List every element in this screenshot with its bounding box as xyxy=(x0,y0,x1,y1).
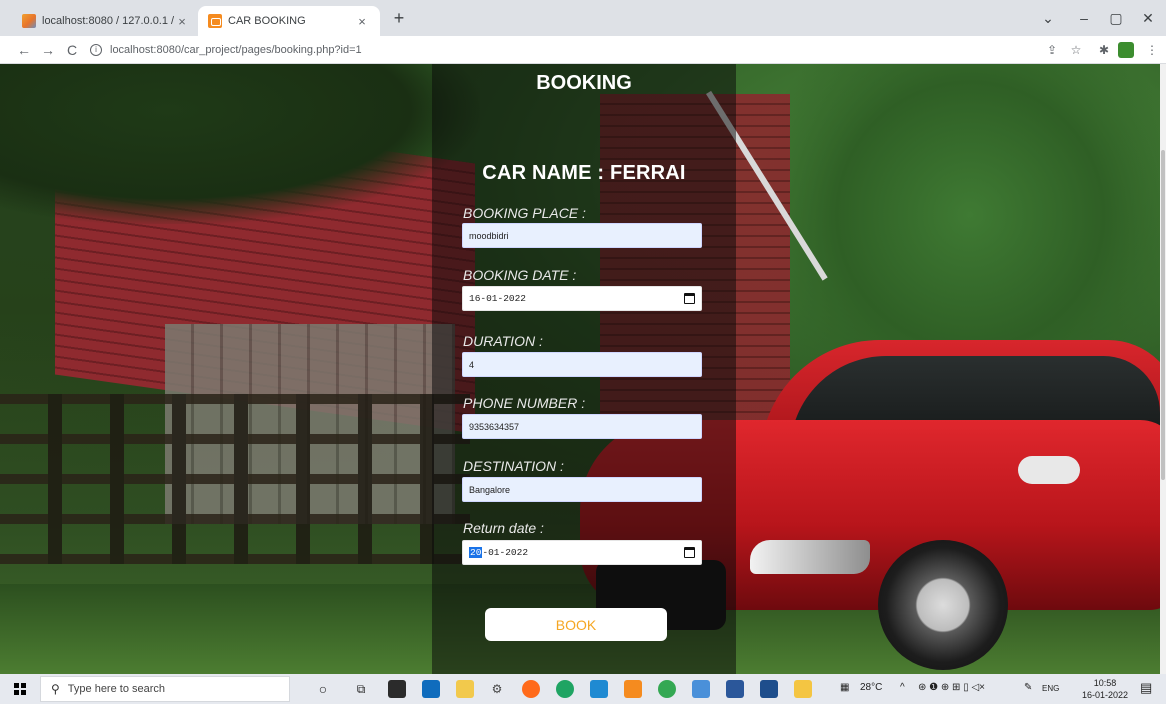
chrome-alt-icon[interactable] xyxy=(658,680,676,698)
weather-temp[interactable]: 28°C xyxy=(860,682,882,693)
destination-input[interactable]: Bangalore xyxy=(462,477,702,502)
reload-button[interactable]: C xyxy=(62,40,82,60)
booking-place-label: BOOKING PLACE : xyxy=(463,205,586,221)
vscode-icon[interactable] xyxy=(590,680,608,698)
browser-toolbar: ← → C i localhost:8080/car_project/pages… xyxy=(0,36,1166,64)
clock-time: 10:58 xyxy=(1093,678,1117,688)
weather-icon[interactable]: ▦ xyxy=(840,682,849,693)
file-explorer-icon[interactable] xyxy=(456,680,474,698)
page-viewport: BOOKING CAR NAME : FERRAI BOOKING PLACE … xyxy=(0,64,1160,674)
store-icon[interactable] xyxy=(388,680,406,698)
cortana-icon[interactable]: ○ xyxy=(314,680,332,698)
photos-icon[interactable] xyxy=(760,680,778,698)
return-date-rest: -01-2022 xyxy=(482,547,529,558)
return-date-day-selected: 20 xyxy=(469,547,483,558)
new-tab-button[interactable]: + xyxy=(388,8,410,30)
calendar-icon[interactable] xyxy=(684,293,695,304)
phone-number-value: 9353634357 xyxy=(469,421,520,432)
explorer-folder-icon[interactable] xyxy=(794,680,812,698)
url-text: localhost:8080/car_project/pages/booking… xyxy=(110,44,362,56)
windows-start-icon[interactable] xyxy=(14,683,26,695)
booking-panel: BOOKING CAR NAME : FERRAI BOOKING PLACE … xyxy=(432,64,736,674)
phone-number-input[interactable]: 9353634357 xyxy=(462,414,702,439)
car-mirror xyxy=(1018,456,1080,484)
xampp-icon[interactable] xyxy=(624,680,642,698)
phone-number-label: PHONE NUMBER : xyxy=(463,395,586,411)
taskbar-search-placeholder: Type here to search xyxy=(67,683,166,695)
word-icon[interactable] xyxy=(726,680,744,698)
extension-icon[interactable] xyxy=(1118,42,1134,58)
close-window-button[interactable]: ✕ xyxy=(1130,6,1166,30)
windows-taskbar: ⚲ Type here to search ○ ⧉ ⚙ ▦ 28°C ^ ⊛ ❶… xyxy=(0,674,1166,704)
tray-icons[interactable]: ⊛ ❶ ⊕ ⊞ ▯ ◁× xyxy=(918,682,985,693)
search-icon: ⚲ xyxy=(51,682,60,696)
return-date-value: 20-01-2022 xyxy=(469,547,528,558)
tab-close-icon[interactable]: × xyxy=(354,14,370,29)
clock-date: 16-01-2022 xyxy=(1081,690,1129,700)
pen-icon[interactable]: ✎ xyxy=(1024,682,1032,693)
car-wheel xyxy=(878,540,1008,670)
mail-icon[interactable] xyxy=(422,680,440,698)
taskbar-search-box[interactable]: ⚲ Type here to search xyxy=(40,676,290,702)
minimize-button[interactable]: – xyxy=(1066,6,1102,30)
settings-gear-icon[interactable]: ⚙ xyxy=(488,680,506,698)
background-fence xyxy=(0,394,470,564)
background-foliage xyxy=(0,64,480,224)
phpmyadmin-favicon-icon xyxy=(22,14,36,28)
task-view-icon[interactable]: ⧉ xyxy=(352,680,370,698)
booking-place-input[interactable]: moodbidri xyxy=(462,223,702,248)
share-icon[interactable]: ⇪ xyxy=(1044,42,1060,58)
book-button[interactable]: BOOK xyxy=(485,608,667,641)
address-bar[interactable]: i localhost:8080/car_project/pages/booki… xyxy=(90,39,1040,61)
booking-date-value: 16-01-2022 xyxy=(469,293,527,304)
car-name-heading: CAR NAME : FERRAI xyxy=(482,162,686,184)
destination-label: DESTINATION : xyxy=(463,458,564,474)
tab-phpmyadmin[interactable]: localhost:8080 / 127.0.0.1 / carpr × xyxy=(12,6,200,36)
browser-menu-icon[interactable]: ⋮ xyxy=(1144,42,1160,58)
duration-label: DURATION : xyxy=(463,333,543,349)
tab-car-booking[interactable]: CAR BOOKING × xyxy=(198,6,380,36)
back-button[interactable]: ← xyxy=(14,40,34,60)
calendar-icon[interactable] xyxy=(684,547,695,558)
site-info-icon[interactable]: i xyxy=(90,44,102,56)
restore-button[interactable]: ▢ xyxy=(1098,6,1134,30)
notifications-icon[interactable]: ▤ xyxy=(1140,680,1152,696)
bookmark-star-icon[interactable]: ☆ xyxy=(1068,42,1084,58)
car-booking-favicon-icon xyxy=(208,14,222,28)
chrome-icon[interactable] xyxy=(556,680,574,698)
page-title: BOOKING xyxy=(536,72,632,94)
tab-close-icon[interactable]: × xyxy=(174,14,190,29)
page-scrollbar-thumb[interactable] xyxy=(1161,150,1165,480)
tab-title: CAR BOOKING xyxy=(228,15,306,27)
forward-button[interactable]: → xyxy=(38,40,58,60)
return-date-input[interactable]: 20-01-2022 xyxy=(462,540,702,565)
firefox-icon[interactable] xyxy=(522,680,540,698)
tab-search-icon[interactable]: ⌄ xyxy=(1030,6,1066,30)
duration-value: 4 xyxy=(469,359,475,370)
booking-date-input[interactable]: 16-01-2022 xyxy=(462,286,702,311)
booking-place-value: moodbidri xyxy=(469,230,509,241)
return-date-label: Return date : xyxy=(463,520,544,536)
destination-value: Bangalore xyxy=(469,484,511,495)
duration-input[interactable]: 4 xyxy=(462,352,702,377)
tray-chevron-icon[interactable]: ^ xyxy=(900,682,905,693)
tab-title: localhost:8080 / 127.0.0.1 / carpr xyxy=(42,15,174,27)
language-indicator[interactable]: ENG xyxy=(1042,684,1059,693)
booking-date-label: BOOKING DATE : xyxy=(463,267,577,283)
car-headlight xyxy=(750,540,870,574)
taskbar-clock[interactable]: 10:58 16-01-2022 xyxy=(1076,677,1134,701)
app-icon[interactable] xyxy=(692,680,710,698)
browser-tab-strip: localhost:8080 / 127.0.0.1 / carpr × CAR… xyxy=(0,0,1166,36)
extensions-puzzle-icon[interactable]: ✱ xyxy=(1096,42,1112,58)
